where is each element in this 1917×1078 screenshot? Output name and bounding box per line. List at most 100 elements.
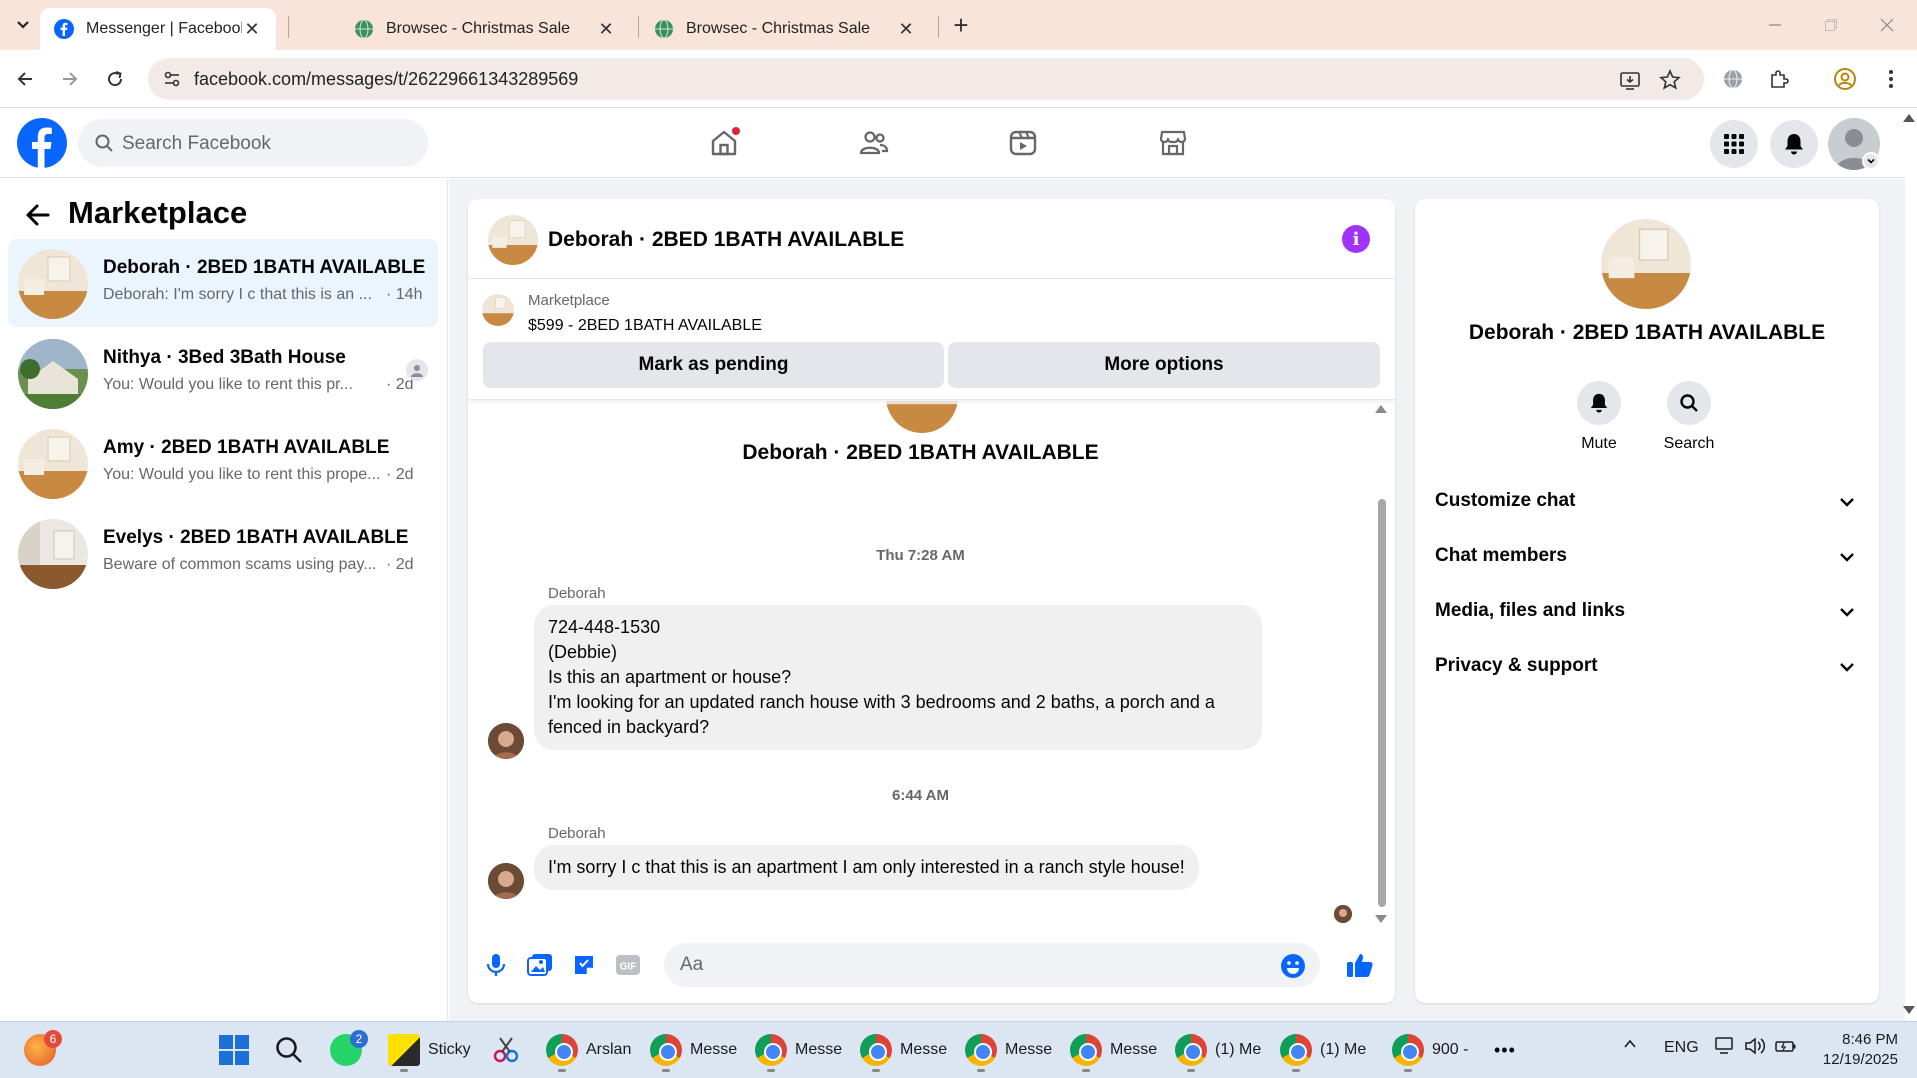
close-tab-icon[interactable]: ✕ [242, 19, 262, 40]
arrow-left-icon[interactable] [24, 201, 52, 229]
chat-avatar[interactable] [488, 215, 538, 265]
sidebar-title: Marketplace [68, 195, 248, 230]
attach-photo-button[interactable] [526, 951, 554, 979]
search-icon [276, 1037, 302, 1063]
message-scrollbar-thumb[interactable] [1378, 499, 1386, 907]
taskbar-sticky-notes[interactable]: Sticky [388, 1030, 471, 1072]
back-button[interactable] [10, 64, 40, 94]
conversation-name: Nithya · 3Bed 3Bath House [103, 347, 346, 368]
account-menu-chevron[interactable] [1862, 152, 1880, 170]
gif-icon: GIF [616, 955, 640, 975]
tab-messenger[interactable]: Messenger | Facebook ✕ [40, 8, 276, 50]
nav-watch[interactable] [1002, 122, 1044, 164]
mute-button[interactable]: Mute [1559, 381, 1639, 453]
widget-badge: 6 [44, 1030, 62, 1048]
facebook-search-input[interactable]: Search Facebook [78, 119, 428, 167]
nav-marketplace[interactable] [1152, 122, 1194, 164]
volume-control[interactable] [1744, 1036, 1766, 1061]
section-label: Chat members [1435, 545, 1567, 566]
language-indicator[interactable]: ENG [1664, 1039, 1699, 1057]
taskbar-widget[interactable]: 6 [24, 1030, 62, 1070]
conversation-item[interactable]: Nithya · 3Bed 3Bath House You: Would you… [8, 329, 438, 417]
conversation-item[interactable]: Amy · 2BED 1BATH AVAILABLE You: Would yo… [8, 419, 438, 507]
chat-header: Deborah · 2BED 1BATH AVAILABLE i [468, 199, 1395, 279]
conversation-item[interactable]: Deborah · 2BED 1BATH AVAILABLE Deborah: … [8, 239, 438, 327]
tab-browsec-2[interactable]: Browsec - Christmas Sale ✕ [640, 8, 930, 50]
mark-as-pending-button[interactable]: Mark as pending [483, 342, 944, 388]
minimize-button[interactable] [1760, 10, 1790, 40]
message-input[interactable]: Aa [664, 943, 1320, 987]
install-app-button[interactable] [1618, 68, 1642, 92]
gif-button[interactable]: GIF [614, 951, 642, 979]
taskbar-chrome-window[interactable]: (1) Me [1175, 1030, 1261, 1072]
scroll-down-arrow[interactable] [1375, 915, 1387, 923]
conversation-item[interactable]: Evelys · 2BED 1BATH AVAILABLE Beware of … [8, 509, 438, 597]
start-button[interactable] [218, 1030, 250, 1070]
more-options-button[interactable]: More options [948, 342, 1380, 388]
taskbar-chrome-window[interactable]: Messe [860, 1030, 948, 1072]
send-like-button[interactable] [1346, 951, 1374, 979]
taskbar-chrome-window[interactable]: Messe [755, 1030, 842, 1072]
message-bubble[interactable]: 724-448-1530 (Debbie) Is this an apartme… [534, 605, 1262, 750]
restore-button[interactable] [1816, 10, 1846, 40]
taskbar-chrome-window[interactable]: Messe [650, 1030, 737, 1072]
close-tab-icon[interactable]: ✕ [596, 19, 616, 40]
listing-thumbnail[interactable] [482, 294, 514, 326]
close-window-button[interactable] [1872, 10, 1902, 40]
battery-status[interactable] [1774, 1036, 1798, 1061]
vpn-extension-button[interactable] [1718, 64, 1748, 94]
info-icon[interactable]: i [1342, 225, 1370, 253]
nav-friends[interactable] [853, 122, 895, 164]
scroll-up-arrow[interactable] [1375, 405, 1387, 413]
system-clock[interactable]: 8:46 PM 12/19/2025 [1810, 1030, 1898, 1070]
tab-search-button[interactable] [10, 12, 36, 38]
taskbar-search[interactable] [274, 1030, 304, 1070]
listing-photo-icon [18, 429, 88, 499]
privacy-support-section[interactable]: Privacy & support [1435, 647, 1865, 687]
taskbar-chrome-window[interactable]: (1) Me [1280, 1030, 1366, 1072]
page-scroll-up-arrow[interactable] [1903, 114, 1915, 122]
taskbar-chrome-window[interactable]: Arslan [546, 1030, 631, 1072]
tab-browsec-1[interactable]: Browsec - Christmas Sale ✕ [340, 8, 630, 50]
globe-icon [655, 19, 673, 39]
sticker-button[interactable] [570, 951, 598, 979]
running-indicator [767, 1069, 775, 1072]
bookmark-button[interactable] [1658, 68, 1682, 92]
taskbar-chrome-window[interactable]: Messe [965, 1030, 1052, 1072]
taskbar-label: Messe [900, 1041, 948, 1058]
forward-button[interactable] [55, 64, 85, 94]
notifications-button[interactable] [1770, 120, 1818, 168]
taskbar-chrome-window[interactable]: 900 - [1392, 1030, 1468, 1072]
browser-menu-button[interactable] [1876, 64, 1906, 94]
tab-divider [938, 16, 939, 38]
taskbar-snipping-tool[interactable] [490, 1030, 522, 1070]
site-settings-icon[interactable] [162, 69, 182, 89]
facebook-logo-icon[interactable] [17, 118, 67, 168]
nav-home[interactable] [703, 122, 745, 164]
sender-avatar[interactable] [488, 723, 524, 759]
network-status[interactable] [1714, 1036, 1736, 1061]
message-bubble[interactable]: I'm sorry I c that this is an apartment … [534, 845, 1199, 890]
menu-button[interactable] [1710, 120, 1758, 168]
taskbar-chrome-window[interactable]: Messe [1070, 1030, 1157, 1072]
extensions-button[interactable] [1764, 64, 1794, 94]
profile-button[interactable] [1830, 64, 1860, 94]
page-scroll-down-arrow[interactable] [1903, 1006, 1915, 1014]
restore-icon [1825, 19, 1837, 31]
reload-button[interactable] [100, 64, 130, 94]
address-bar[interactable]: facebook.com/messages/t/2622966134328956… [148, 58, 1704, 100]
emoji-icon[interactable] [1280, 953, 1306, 979]
show-hidden-icons-button[interactable] [1622, 1036, 1638, 1057]
voice-clip-button[interactable] [482, 951, 510, 979]
chat-title[interactable]: Deborah · 2BED 1BATH AVAILABLE [548, 228, 904, 252]
taskbar-overflow-button[interactable]: ••• [1494, 1030, 1516, 1070]
sender-avatar[interactable] [488, 863, 524, 899]
customize-chat-section[interactable]: Customize chat [1435, 482, 1865, 522]
close-tab-icon[interactable]: ✕ [896, 19, 916, 40]
search-in-conversation-button[interactable]: Search [1649, 381, 1729, 453]
listing-title[interactable]: $599 - 2BED 1BATH AVAILABLE [528, 317, 762, 335]
new-tab-button[interactable]: + [948, 12, 974, 38]
media-files-links-section[interactable]: Media, files and links [1435, 592, 1865, 632]
taskbar-whatsapp[interactable]: 2 [330, 1030, 368, 1070]
chat-members-section[interactable]: Chat members [1435, 537, 1865, 577]
